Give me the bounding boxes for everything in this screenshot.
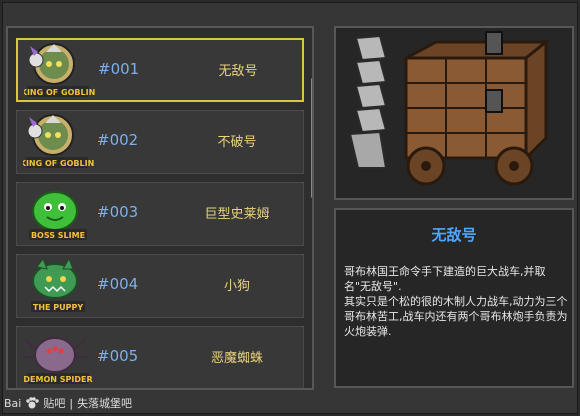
unit-name: 无敌号 xyxy=(218,64,258,79)
unit-name: 小狗 xyxy=(223,279,250,294)
king-of-goblin-avatar: KING OF GOBLIN xyxy=(23,113,95,171)
unit-name: 恶魔蜘蛛 xyxy=(210,351,263,366)
unit-number: #001 xyxy=(98,60,140,78)
the-puppy-avatar: THE PUPPY xyxy=(23,257,95,315)
tieba-label: 贴吧 xyxy=(43,397,66,410)
unit-row-002[interactable]: KING OF GOBLIN #002 不破号 xyxy=(16,110,304,174)
svg-text:KING OF GOBLIN: KING OF GOBLIN xyxy=(24,88,95,97)
unit-title: 无敌号 xyxy=(431,226,477,244)
unit-row-005[interactable]: DEMON SPIDER #005 恶魔蜘蛛 xyxy=(16,326,304,388)
svg-text:DEMON SPIDER: DEMON SPIDER xyxy=(23,375,92,384)
list-scrollbar[interactable] xyxy=(311,78,312,198)
separator: | xyxy=(69,396,74,410)
tieba-watermark: Bai 贴吧 | 失落城堡吧 xyxy=(4,394,132,412)
unit-number: #004 xyxy=(97,275,139,293)
unit-number: #002 xyxy=(97,131,139,149)
unit-name: 巨型史莱姆 xyxy=(204,207,270,222)
unit-portrait-panel xyxy=(334,26,574,200)
king-of-goblin-avatar: KING OF GOBLIN xyxy=(24,42,96,100)
unit-number: #005 xyxy=(97,347,139,365)
unit-name: 不破号 xyxy=(217,135,257,150)
paw-icon xyxy=(26,397,40,409)
unit-row-004[interactable]: THE PUPPY #004 小狗 xyxy=(16,254,304,318)
war-wagon-illustration xyxy=(348,31,551,186)
svg-text:THE PUPPY: THE PUPPY xyxy=(33,303,83,312)
unit-list-panel[interactable]: KING OF GOBLIN #001 无敌号 KING OF GOBLIN #… xyxy=(6,26,314,390)
unit-description: 哥布林国王命令手下建造的巨大战车,并取名"无敌号". 其实只是个松的很的木制人力… xyxy=(344,265,568,338)
svg-text:BOSS SLIME: BOSS SLIME xyxy=(31,231,85,240)
svg-text:KING OF GOBLIN: KING OF GOBLIN xyxy=(23,159,94,168)
unit-info-panel: 无敌号 哥布林国王命令手下建造的巨大战车,并取名"无敌号". 其实只是个松的很的… xyxy=(334,208,574,388)
unit-row-001[interactable]: KING OF GOBLIN #001 无敌号 xyxy=(16,38,304,102)
demon-spider-avatar: DEMON SPIDER xyxy=(23,329,95,387)
baidu-brand: Bai xyxy=(4,396,22,410)
unit-row-003[interactable]: BOSS SLIME #003 巨型史莱姆 xyxy=(16,182,304,246)
boss-slime-avatar: BOSS SLIME xyxy=(23,185,95,243)
unit-number: #003 xyxy=(97,203,139,221)
forum-name: 失落城堡吧 xyxy=(77,397,133,410)
